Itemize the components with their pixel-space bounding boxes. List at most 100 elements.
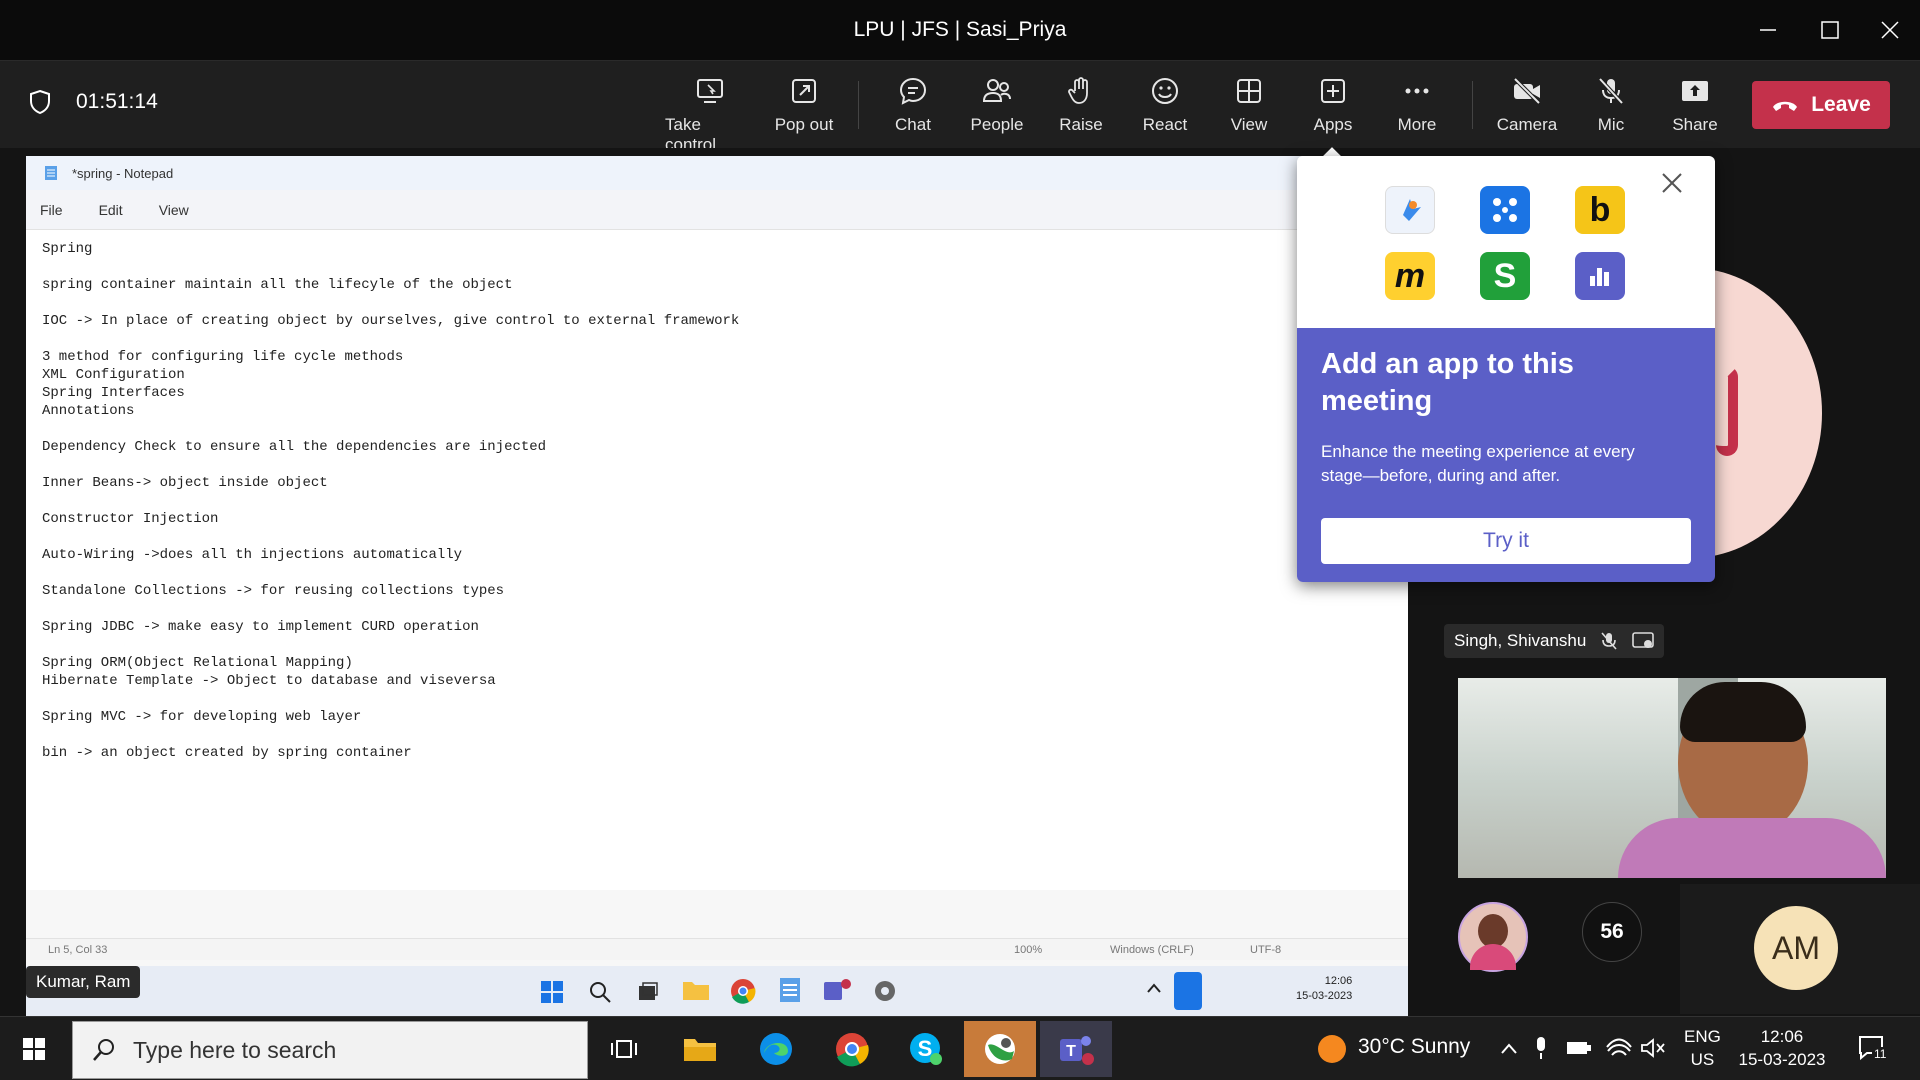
maximize-button[interactable]: [1800, 0, 1860, 60]
participant-count[interactable]: 56: [1582, 902, 1642, 962]
notifications-button[interactable]: 11: [1858, 1033, 1889, 1066]
notepad-line: Standalone Collections -> for reusing co…: [42, 583, 505, 599]
windows-start-icon: [541, 981, 563, 1003]
menu-view[interactable]: View: [159, 202, 189, 218]
notepad-line: XML Configuration: [42, 367, 185, 383]
chevron-up-icon[interactable]: [1500, 1041, 1518, 1055]
notepad-line: Hibernate Template -> Object to database…: [42, 673, 496, 689]
popup-info: Add an app to this meeting Enhance the m…: [1297, 328, 1715, 582]
close-icon: [1881, 21, 1899, 39]
b-app-icon[interactable]: b: [1575, 186, 1625, 234]
chrome-icon: [731, 979, 756, 1004]
battery-icon[interactable]: [1566, 1039, 1592, 1057]
microphone-icon[interactable]: [1532, 1035, 1550, 1061]
notepad-line: Annotations: [42, 403, 135, 419]
notepad-line: Dependency Check to ensure all the depen…: [42, 439, 547, 455]
settings-icon: [875, 981, 895, 1001]
raise-hand-button[interactable]: Raise: [1036, 75, 1126, 135]
more-button[interactable]: More: [1372, 75, 1462, 135]
pop-out-button[interactable]: Pop out: [759, 75, 849, 135]
camera-button[interactable]: Camera: [1482, 75, 1572, 135]
volume-muted-icon[interactable]: [1640, 1037, 1666, 1059]
notepad-line: [42, 420, 1392, 438]
notepad-text-area[interactable]: Spring spring container maintain all the …: [26, 230, 1408, 890]
search-icon: [93, 1039, 114, 1061]
mic-muted-icon: [1601, 632, 1617, 650]
shield-icon[interactable]: [28, 89, 52, 115]
notepad-menu-bar: File Edit View: [26, 190, 1408, 230]
chevron-up-icon: [1147, 983, 1161, 993]
task-view-icon: [611, 1040, 637, 1058]
react-button[interactable]: React: [1120, 75, 1210, 135]
clock-time: 12:06: [1760, 1027, 1804, 1046]
minimize-icon: [1760, 29, 1776, 31]
hand-icon: [1068, 77, 1088, 104]
skype-button[interactable]: S: [890, 1021, 962, 1077]
try-it-button[interactable]: Try it: [1321, 518, 1691, 564]
toolbar-divider: [1472, 81, 1473, 129]
presenter-name-tag: Kumar, Ram: [26, 966, 141, 998]
poll-app-icon[interactable]: [1575, 252, 1625, 300]
mic-off-icon: [1598, 77, 1624, 105]
s-app-icon[interactable]: S: [1480, 252, 1530, 300]
share-button[interactable]: Share: [1650, 75, 1740, 135]
cursor-position: Ln 5, Col 33: [48, 944, 108, 956]
chrome-button[interactable]: [816, 1021, 888, 1077]
teams-button[interactable]: T: [1040, 1021, 1112, 1077]
apps-popup: b m S Add an app to this meeting Enhance…: [1297, 156, 1715, 582]
avatar-initial-fragment: [1716, 366, 1738, 456]
notepad-line: Spring Interfaces: [42, 385, 185, 401]
skype-icon: S: [910, 1033, 942, 1065]
mic-button[interactable]: Mic: [1566, 75, 1656, 135]
task-view-button[interactable]: [588, 1021, 660, 1077]
menu-edit[interactable]: Edit: [99, 202, 123, 218]
edge-icon: [760, 1033, 792, 1065]
pop-out-label: Pop out: [774, 115, 834, 134]
notepad-line: [42, 564, 1392, 582]
language-indicator[interactable]: ENG US: [1684, 1025, 1721, 1071]
file-explorer-button[interactable]: [664, 1021, 736, 1077]
folder-icon: [683, 982, 709, 1000]
share-screen-icon: [1682, 81, 1708, 101]
close-window-button[interactable]: [1860, 0, 1920, 60]
connect-app-icon[interactable]: [1480, 186, 1530, 234]
svg-text:S: S: [918, 1036, 933, 1061]
mic-indicator: [1174, 972, 1202, 1010]
chat-button[interactable]: Chat: [868, 75, 958, 135]
shared-clock-date: 15-03-2023: [1296, 990, 1353, 1002]
leave-button[interactable]: Leave: [1752, 81, 1890, 129]
system-clock[interactable]: 12:06 15-03-2023: [1734, 1025, 1830, 1071]
view-label: View: [1230, 115, 1268, 134]
windows-start-icon[interactable]: [22, 1037, 46, 1061]
participant-video: [1458, 678, 1886, 878]
people-button[interactable]: People: [952, 75, 1042, 135]
weather-text[interactable]: 30°C Sunny: [1358, 1035, 1470, 1059]
task-view-icon: [639, 982, 658, 1000]
apps-button[interactable]: Apps: [1288, 75, 1378, 135]
wifi-icon[interactable]: [1606, 1037, 1632, 1059]
notepad-line: Spring JDBC -> make easy to implement CU…: [42, 619, 479, 635]
view-button[interactable]: View: [1204, 75, 1294, 135]
camera-off-icon: [1513, 77, 1541, 105]
remote-app-button[interactable]: [964, 1021, 1036, 1077]
notepad-line: Spring ORM(Object Relational Mapping): [42, 655, 353, 671]
close-icon[interactable]: [1661, 172, 1683, 194]
raise-label: Raise: [1059, 115, 1103, 134]
notepad-line: [42, 492, 1392, 510]
window-title: LPU | JFS | Sasi_Priya: [853, 18, 1067, 41]
polly-app-icon[interactable]: [1385, 186, 1435, 234]
meeting-timer: 01:51:14: [76, 90, 158, 113]
toolbar-divider: [858, 81, 859, 129]
teams-icon: [824, 979, 851, 1000]
miro-app-icon[interactable]: m: [1385, 252, 1435, 300]
chrome-icon: [836, 1033, 869, 1067]
taskbar-search-box[interactable]: Type here to search: [72, 1021, 588, 1079]
meeting-toolbar: 01:51:14 Take control Pop out Chat Peopl…: [0, 60, 1920, 154]
menu-file[interactable]: File: [40, 202, 63, 218]
participant-avatar[interactable]: [1458, 902, 1528, 972]
camera-label: Camera: [1496, 115, 1558, 134]
minimize-button[interactable]: [1738, 0, 1798, 60]
take-control-button[interactable]: Take control: [665, 75, 755, 155]
avatar[interactable]: AM: [1754, 906, 1838, 990]
edge-button[interactable]: [740, 1021, 812, 1077]
